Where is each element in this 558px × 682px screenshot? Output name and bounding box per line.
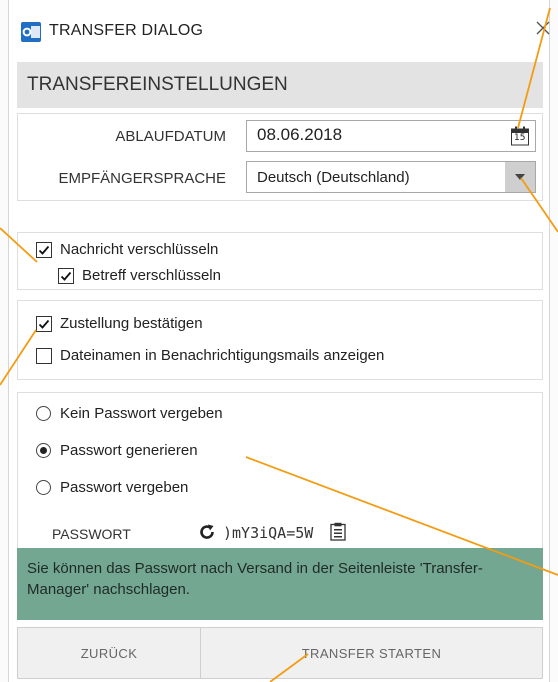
start-transfer-button[interactable]: TRANSFER STARTEN	[200, 627, 543, 679]
settings-group: ABLAUFDATUM 08.06.2018 15 EMPFÄNGERSPRAC…	[17, 113, 543, 201]
show-filenames-label: Dateinamen in Benachrichtigungsmails anz…	[60, 347, 385, 364]
confirm-delivery-label: Zustellung bestätigen	[60, 315, 203, 332]
confirm-delivery-checkbox[interactable]	[36, 315, 52, 332]
password-none-label: Kein Passwort vergeben	[60, 405, 223, 422]
encrypt-subject-checkbox[interactable]	[58, 267, 74, 284]
chevron-down-icon[interactable]	[505, 162, 535, 192]
password-group: Kein Passwort vergeben Passwort generier…	[17, 392, 543, 548]
expiry-date-value: 08.06.2018	[257, 125, 343, 144]
password-custom-label: Passwort vergeben	[60, 479, 189, 496]
calendar-icon[interactable]: 15	[511, 126, 529, 146]
password-none-radio[interactable]	[36, 406, 51, 421]
window-title: TRANSFER DIALOG	[49, 22, 204, 39]
encrypt-message-option[interactable]: Nachricht verschlüsseln	[36, 241, 218, 258]
language-select[interactable]: Deutsch (Deutschland)	[246, 161, 536, 193]
info-message: Sie können das Passwort nach Versand in …	[17, 548, 543, 620]
clipboard-icon[interactable]	[330, 522, 346, 541]
password-custom-radio[interactable]	[36, 480, 51, 495]
refresh-icon[interactable]	[198, 523, 216, 541]
password-option-none[interactable]: Kein Passwort vergeben	[36, 405, 223, 422]
encrypt-message-label: Nachricht verschlüsseln	[60, 241, 219, 258]
notifications-group: Zustellung bestätigen Dateinamen in Bena…	[17, 300, 543, 380]
password-label: PASSWORT	[52, 526, 131, 542]
section-title: TRANSFEREINSTELLUNGEN	[27, 74, 288, 95]
confirm-delivery-option[interactable]: Zustellung bestätigen	[36, 315, 203, 332]
encrypt-message-checkbox[interactable]	[36, 241, 52, 258]
language-value: Deutsch (Deutschland)	[257, 169, 410, 186]
title-bar: TRANSFER DIALOG	[9, 0, 551, 62]
transfer-dialog: TRANSFER DIALOG TRANSFEREINSTELLUNGEN AB…	[8, 0, 550, 682]
show-filenames-checkbox[interactable]	[36, 347, 52, 364]
encrypt-subject-label: Betreff verschlüsseln	[82, 267, 221, 284]
back-button[interactable]: ZURÜCK	[17, 627, 201, 679]
encrypt-subject-option[interactable]: Betreff verschlüsseln	[58, 267, 221, 284]
expiry-label: ABLAUFDATUM	[115, 128, 226, 145]
outlook-icon	[21, 22, 41, 42]
password-generate-label: Passwort generieren	[60, 442, 198, 459]
close-icon[interactable]	[535, 18, 551, 40]
show-filenames-option[interactable]: Dateinamen in Benachrichtigungsmails anz…	[36, 347, 384, 364]
password-option-generate[interactable]: Passwort generieren	[36, 442, 198, 459]
section-header: TRANSFEREINSTELLUNGEN	[17, 62, 543, 108]
calendar-day: 15	[514, 133, 526, 143]
password-option-custom[interactable]: Passwort vergeben	[36, 479, 188, 496]
password-value: )mY3iQA=5W	[223, 524, 314, 542]
expiry-date-input[interactable]: 08.06.2018 15	[246, 120, 536, 152]
password-generate-radio[interactable]	[36, 443, 51, 458]
encryption-group: Nachricht verschlüsseln Betreff verschlü…	[17, 232, 543, 290]
language-label: EMPFÄNGERSPRACHE	[58, 170, 226, 187]
